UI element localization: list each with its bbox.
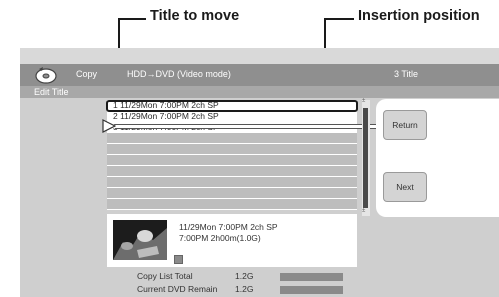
selected-title-highlight — [106, 100, 358, 112]
preview-line-1: 11/29Mon 7:00PM 2ch SP — [179, 222, 278, 232]
scrollbar-thumb[interactable] — [363, 108, 368, 208]
copy-list-total-value: 1.2G — [235, 271, 254, 281]
copy-list-total-bar — [280, 273, 343, 281]
empty-row — [107, 155, 357, 166]
header-title-count: 3 Title — [394, 69, 419, 79]
current-dvd-remain-value: 1.2G — [235, 284, 254, 294]
current-dvd-remain-label: Current DVD Remain — [137, 284, 218, 294]
insertion-arrow-left-icon — [102, 119, 116, 133]
empty-row — [107, 144, 357, 155]
subheader-edit-title: Edit Title — [34, 87, 69, 97]
title-row-text: 2 11/29Mon 7:00PM 2ch SP — [113, 111, 219, 121]
scroll-down-icon[interactable]: ± — [362, 208, 365, 214]
scroll-up-icon[interactable]: ± — [362, 98, 365, 104]
next-button[interactable]: Next — [383, 172, 427, 202]
return-button[interactable]: Return — [383, 110, 427, 140]
subheader-bar: Edit Title — [20, 86, 499, 98]
empty-row — [107, 199, 357, 210]
dvd-disc-icon — [35, 67, 57, 84]
recorder-screen: Copy HDD→DVD (Video mode) 3 Title Edit T… — [20, 48, 499, 297]
preview-line-2: 7:00PM 2h00m(1.0G) — [179, 233, 261, 243]
copy-list-total-label: Copy List Total — [137, 271, 193, 281]
leader-line — [118, 18, 146, 20]
empty-row — [107, 133, 357, 144]
header-mode: HDD→DVD (Video mode) — [127, 69, 231, 79]
top-band — [20, 48, 499, 64]
leader-line — [324, 18, 354, 20]
callout-title-to-move: Title to move — [150, 8, 240, 24]
title-row[interactable]: 2 11/29Mon 7:00PM 2ch SP — [107, 111, 357, 122]
title-list: 1 11/29Mon 7:00PM 2ch SP 2 11/29Mon 7:00… — [107, 100, 357, 210]
title-preview-panel: 11/29Mon 7:00PM 2ch SP 7:00PM 2h00m(1.0G… — [107, 214, 357, 267]
header-tab-copy: Copy — [76, 69, 98, 79]
callout-insertion-position: Insertion position — [358, 8, 480, 24]
chapter-icon — [174, 255, 183, 264]
header-bar: Copy HDD→DVD (Video mode) 3 Title — [20, 64, 499, 86]
current-dvd-remain-bar — [280, 286, 343, 294]
preview-thumbnail — [113, 220, 167, 260]
empty-row — [107, 166, 357, 177]
empty-row — [107, 188, 357, 199]
empty-row — [107, 177, 357, 188]
